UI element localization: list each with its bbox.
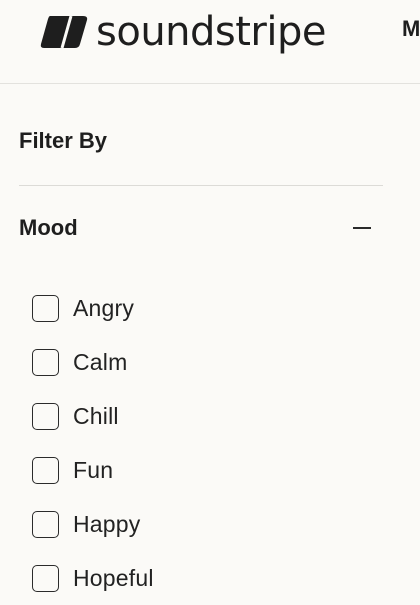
option-label: Angry — [73, 295, 135, 321]
option-label: Chill — [73, 403, 119, 429]
mood-option-happy[interactable]: Happy — [32, 497, 362, 551]
option-label: Calm — [73, 349, 128, 375]
filter-panel-title: Filter By — [19, 128, 108, 153]
divider — [19, 185, 383, 186]
option-label: Hopeful — [73, 565, 154, 591]
soundstripe-logo-icon — [40, 15, 88, 49]
nav-menu-item-partial[interactable]: M — [402, 16, 420, 42]
checkbox[interactable] — [32, 564, 59, 592]
soundstripe-logo[interactable]: soundstripe — [40, 9, 327, 55]
checkbox[interactable] — [32, 348, 59, 376]
option-label: Fun — [73, 457, 114, 483]
mood-option-calm[interactable]: Calm — [32, 335, 362, 389]
logo-wordmark: soundstripe — [96, 9, 327, 55]
mood-option-fun[interactable]: Fun — [32, 443, 362, 497]
mood-option-angry[interactable]: Angry — [32, 281, 362, 335]
filter-panel: Filter By Mood Angry Calm Chill Fun Happ… — [0, 85, 420, 592]
mood-option-chill[interactable]: Chill — [32, 389, 362, 443]
option-label: Happy — [73, 511, 141, 537]
mood-section-toggle[interactable]: Mood — [19, 213, 371, 243]
mood-section-title: Mood — [19, 215, 78, 240]
checkbox[interactable] — [32, 294, 59, 322]
mood-options-list: Angry Calm Chill Fun Happy Hopeful — [32, 281, 362, 605]
checkbox[interactable] — [32, 456, 59, 484]
minus-icon[interactable] — [353, 227, 371, 229]
checkbox[interactable] — [32, 402, 59, 430]
mood-option-hopeful[interactable]: Hopeful — [32, 551, 362, 605]
site-header: soundstripe M — [0, 0, 420, 84]
checkbox[interactable] — [32, 510, 59, 538]
